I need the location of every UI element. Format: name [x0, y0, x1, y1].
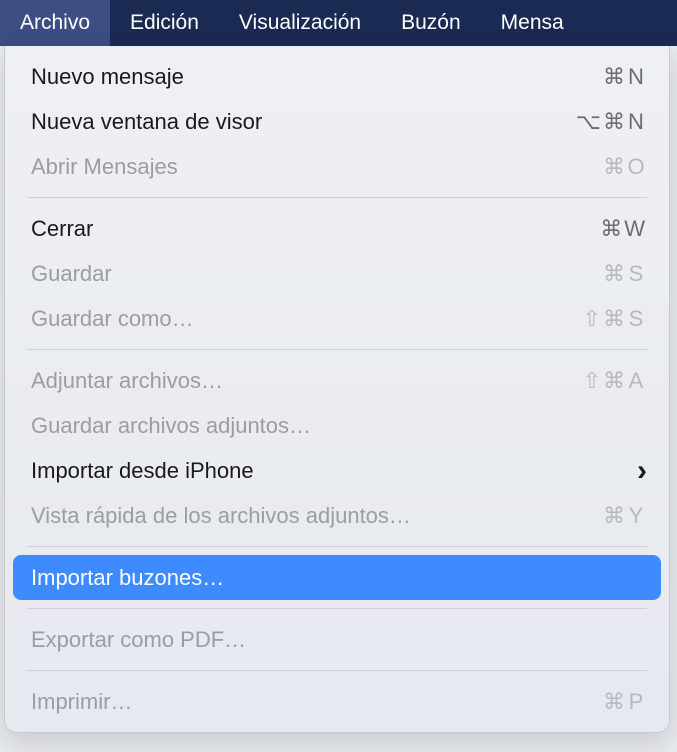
menubar-item-label: Mensa: [501, 11, 564, 35]
menu-item-guardar-archivos-adjuntos: Guardar archivos adjuntos…: [5, 403, 669, 448]
menu-item-nuevo-mensaje[interactable]: Nuevo mensaje⌘N: [5, 54, 669, 99]
menu-item-label: Guardar: [31, 257, 603, 290]
menubar-item-label: Buzón: [401, 11, 461, 35]
menu-separator: [27, 670, 647, 671]
menubar-item-label: Edición: [130, 11, 199, 35]
menu-separator: [27, 197, 647, 198]
menu-item-label: Imprimir…: [31, 685, 603, 718]
menubar-item-edición[interactable]: Edición: [110, 0, 219, 46]
menu-item-abrir-mensajes: Abrir Mensajes⌘O: [5, 144, 669, 189]
menu-separator: [27, 349, 647, 350]
menu-item-guardar: Guardar⌘S: [5, 251, 669, 296]
menubar-item-visualización[interactable]: Visualización: [219, 0, 381, 46]
menu-item-label: Importar buzones…: [31, 561, 647, 594]
menubar-item-label: Visualización: [239, 11, 361, 35]
menubar: Archivo Edición Visualización Buzón Mensa: [0, 0, 677, 46]
menu-item-shortcut: ⌥⌘N: [576, 105, 647, 138]
menu-item-shortcut: ⌘Y: [603, 499, 647, 532]
menubar-item-buzón[interactable]: Buzón: [381, 0, 481, 46]
menu-item-label: Adjuntar archivos…: [31, 364, 583, 397]
menu-separator: [27, 546, 647, 547]
menu-item-exportar-como-pdf: Exportar como PDF…: [5, 617, 669, 662]
menu-item-label: Guardar archivos adjuntos…: [31, 409, 647, 442]
menu-item-shortcut: ⇧⌘S: [583, 302, 647, 335]
menu-item-label: Abrir Mensajes: [31, 150, 603, 183]
menu-item-label: Nuevo mensaje: [31, 60, 603, 93]
menu-item-adjuntar-archivos: Adjuntar archivos…⇧⌘A: [5, 358, 669, 403]
menu-item-nueva-ventana-de-visor[interactable]: Nueva ventana de visor⌥⌘N: [5, 99, 669, 144]
menu-separator: [27, 608, 647, 609]
menubar-item-mensa[interactable]: Mensa: [481, 0, 584, 46]
chevron-right-icon: ›: [637, 456, 647, 486]
menu-item-shortcut: ⌘O: [603, 150, 647, 183]
menu-item-vista-rápida-de-los-archivos-adjuntos: Vista rápida de los archivos adjuntos…⌘Y: [5, 493, 669, 538]
menu-item-label: Nueva ventana de visor: [31, 105, 576, 138]
menu-item-cerrar[interactable]: Cerrar⌘W: [5, 206, 669, 251]
menu-item-label: Guardar como…: [31, 302, 583, 335]
menubar-item-archivo[interactable]: Archivo: [0, 0, 110, 46]
menu-item-shortcut: ⌘P: [603, 685, 647, 718]
menu-item-shortcut: ⌘S: [603, 257, 647, 290]
menu-item-label: Cerrar: [31, 212, 600, 245]
menu-item-shortcut: ⌘N: [603, 60, 647, 93]
menu-item-label: Importar desde iPhone: [31, 454, 637, 487]
menu-item-label: Vista rápida de los archivos adjuntos…: [31, 499, 603, 532]
menubar-item-label: Archivo: [20, 11, 90, 35]
menu-item-importar-desde-iphone[interactable]: Importar desde iPhone›: [5, 448, 669, 493]
menu-item-importar-buzones[interactable]: Importar buzones…: [13, 555, 661, 600]
archivo-dropdown: Nuevo mensaje⌘NNueva ventana de visor⌥⌘N…: [4, 46, 670, 733]
menu-item-label: Exportar como PDF…: [31, 623, 647, 656]
menu-item-shortcut: ⇧⌘A: [583, 364, 647, 397]
menu-item-imprimir: Imprimir…⌘P: [5, 679, 669, 724]
menu-item-shortcut: ⌘W: [600, 212, 647, 245]
menu-item-guardar-como: Guardar como…⇧⌘S: [5, 296, 669, 341]
